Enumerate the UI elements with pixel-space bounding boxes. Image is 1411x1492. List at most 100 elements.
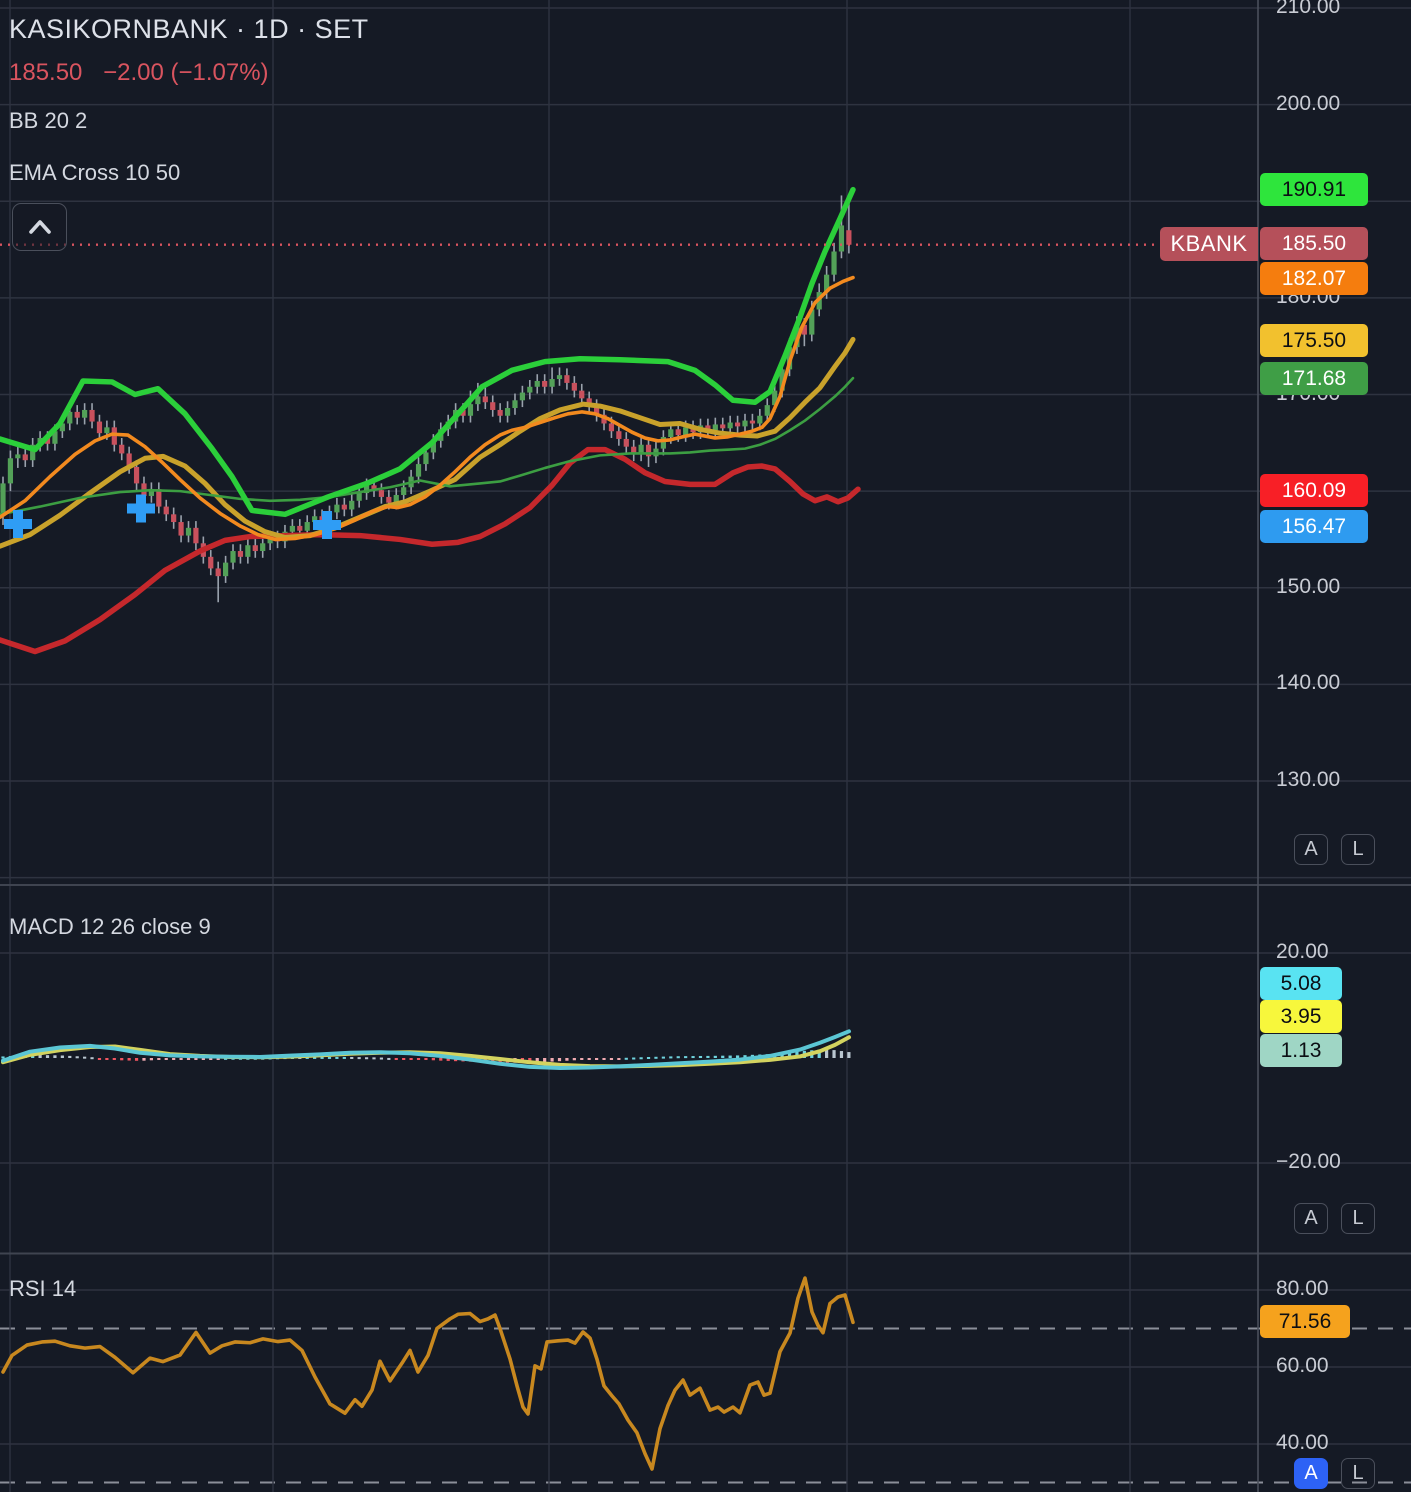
candle	[616, 431, 622, 439]
main-scale-buttons: A L	[1294, 834, 1375, 865]
log-scale-button[interactable]: L	[1341, 834, 1375, 865]
collapse-legend-button[interactable]	[12, 203, 67, 251]
axis-tick-label: 80.00	[1276, 1277, 1329, 1300]
symbol-price-flag[interactable]: KBANK	[1160, 227, 1258, 261]
candle	[7, 458, 14, 484]
candle	[720, 424, 726, 429]
ema_cross-value-badge: 156.47	[1260, 510, 1368, 543]
indicator-bb-legend[interactable]: BB 20 2	[9, 108, 87, 134]
rsi-panel-title[interactable]: RSI 14	[9, 1276, 76, 1302]
candle	[96, 421, 103, 434]
candle	[675, 429, 681, 436]
candle	[356, 493, 362, 501]
rsi-auto-scale-button[interactable]: A	[1294, 1458, 1328, 1489]
bb_upper-value-badge: 190.91	[1260, 173, 1368, 206]
candle	[341, 504, 347, 510]
candle	[378, 490, 385, 497]
candle	[668, 429, 674, 438]
macd-auto-scale-button[interactable]: A	[1294, 1203, 1328, 1234]
candle	[74, 411, 80, 418]
signal-value-badge: 3.95	[1260, 1000, 1342, 1033]
candle	[208, 556, 214, 569]
candle	[334, 504, 340, 513]
candle	[764, 405, 770, 416]
candle	[549, 379, 555, 387]
bb_lower-value-badge: 160.09	[1260, 474, 1368, 507]
auto-scale-button[interactable]: A	[1294, 834, 1328, 865]
indicator-ema-cross-legend[interactable]: EMA Cross 10 50	[9, 160, 180, 186]
candle	[497, 409, 503, 416]
candle	[512, 400, 518, 409]
axis-tick-label: 130.00	[1276, 768, 1341, 791]
candle	[623, 438, 629, 447]
candle	[742, 420, 748, 427]
candle	[237, 551, 244, 557]
rsi-log-scale-button[interactable]: L	[1341, 1458, 1375, 1489]
candle	[490, 402, 496, 410]
candle	[82, 409, 88, 418]
last_price-value-badge: 185.50	[1260, 227, 1368, 260]
chart-window: KASIKORNBANK · 1D · SET 185.50 −2.00 (−1…	[0, 0, 1411, 1492]
candle	[260, 543, 266, 552]
candle	[504, 408, 511, 416]
candle	[534, 380, 540, 387]
candle	[163, 506, 169, 515]
candle	[119, 444, 125, 454]
rsi-scale-buttons: A L	[1294, 1458, 1375, 1489]
macd-scale-buttons: A L	[1294, 1203, 1375, 1234]
candle	[556, 375, 563, 380]
candle	[564, 375, 570, 383]
histogram-value-badge: 1.13	[1260, 1034, 1342, 1067]
candle	[423, 452, 429, 465]
candle	[838, 225, 845, 252]
ema50-value-badge: 171.68	[1260, 362, 1368, 395]
symbol-title[interactable]: KASIKORNBANK · 1D · SET	[9, 14, 369, 45]
candle	[89, 409, 95, 422]
axis-tick-label: 20.00	[1276, 940, 1329, 963]
candle	[749, 420, 756, 424]
candle	[22, 454, 28, 461]
axis-tick-label: −20.00	[1276, 1150, 1341, 1173]
chart-canvas[interactable]	[0, 0, 1411, 1492]
candle	[15, 454, 21, 459]
axis-tick-label: 210.00	[1276, 0, 1341, 18]
candle	[579, 390, 585, 399]
candle	[178, 522, 184, 536]
candle	[527, 386, 533, 393]
macd-log-scale-button[interactable]: L	[1341, 1203, 1375, 1234]
chevron-up-icon	[28, 220, 51, 234]
candle	[519, 392, 525, 401]
candle	[304, 522, 310, 531]
axis-tick-label: 40.00	[1276, 1431, 1329, 1454]
price-change-row: 185.50 −2.00 (−1.07%)	[9, 59, 269, 87]
macd-panel-title[interactable]: MACD 12 26 close 9	[9, 914, 211, 940]
candle	[727, 422, 733, 429]
candle	[230, 551, 236, 563]
candle	[571, 382, 577, 391]
candle	[831, 251, 837, 275]
candle	[757, 415, 763, 424]
candle	[133, 466, 140, 484]
axis-tick-label: 200.00	[1276, 91, 1341, 115]
price-change: −2.00 (−1.07%)	[103, 59, 269, 86]
candle	[542, 380, 548, 387]
last-price: 185.50	[9, 59, 83, 86]
candle	[185, 527, 192, 536]
candle	[415, 464, 422, 477]
rsi-value-badge: 71.56	[1260, 1305, 1350, 1338]
bb_basis-value-badge: 175.50	[1260, 324, 1368, 357]
axis-tick-label: 60.00	[1276, 1354, 1329, 1377]
candle	[734, 422, 741, 427]
candle	[252, 545, 258, 552]
macd-value-badge: 5.08	[1260, 967, 1342, 1000]
candle	[349, 500, 355, 510]
candle	[386, 496, 392, 503]
candle	[401, 487, 407, 495]
axis-tick-label: 150.00	[1276, 574, 1341, 598]
ema10-value-badge: 182.07	[1260, 262, 1368, 295]
candle	[608, 423, 615, 432]
candle	[171, 514, 177, 523]
axis-tick-label: 140.00	[1276, 671, 1341, 695]
candle	[245, 545, 251, 557]
candle	[223, 562, 229, 577]
